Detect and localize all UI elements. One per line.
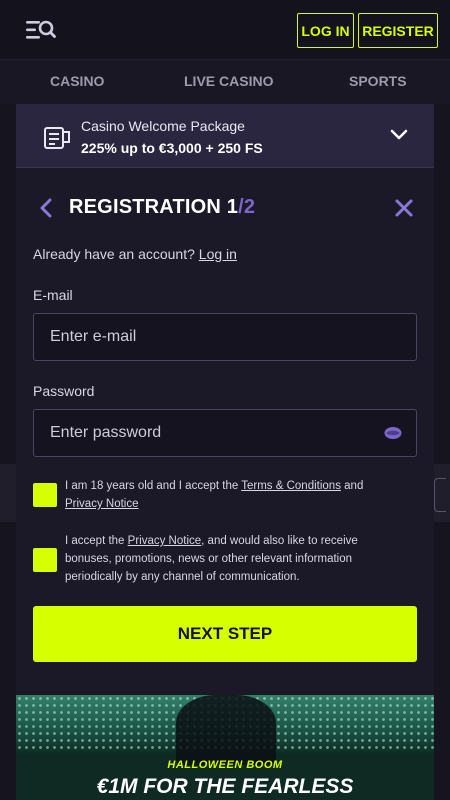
age-terms-text-middle: and: [340, 480, 364, 492]
marketing-consent-text: I accept the Privacy Notice, and would a…: [65, 532, 405, 586]
top-bar: LOG IN REGISTER: [0, 0, 450, 60]
promo-subtitle: 225% up to €3,000 + 250 FS: [81, 140, 263, 156]
age-terms-checkbox[interactable]: [33, 483, 57, 507]
chevron-left-icon[interactable]: [38, 197, 54, 219]
marketing-consent-checkbox[interactable]: [33, 548, 57, 572]
promo-bar[interactable]: Casino Welcome Package 225% up to €3,000…: [16, 104, 434, 168]
chevron-down-icon[interactable]: [390, 128, 408, 142]
tab-live-casino[interactable]: LIVE CASINO: [184, 73, 273, 89]
password-field[interactable]: [33, 409, 417, 457]
promo-banner[interactable]: HALLOWEEN BOOM €1M FOR THE FEARLESS: [16, 695, 434, 800]
email-label: E-mail: [33, 287, 73, 303]
login-link[interactable]: Log in: [199, 246, 237, 262]
password-label: Password: [33, 383, 95, 399]
banner-figure: [176, 695, 276, 765]
registration-title-text: REGISTRATION: [69, 196, 222, 218]
privacy-notice-link[interactable]: Privacy Notice: [65, 498, 139, 510]
menu-search-icon[interactable]: [26, 18, 56, 42]
have-account-text: Already have an account? Log in: [33, 246, 237, 262]
banner-title: €1M FOR THE FEARLESS: [96, 775, 354, 798]
register-button[interactable]: REGISTER: [358, 13, 438, 48]
main-nav: CASINO LIVE CASINO SPORTS: [0, 60, 450, 104]
registration-title: REGISTRATION 1/2: [69, 196, 255, 219]
age-terms-text-before: I am 18 years old and I accept the: [65, 480, 242, 492]
next-step-button[interactable]: NEXT STEP: [33, 606, 417, 662]
step-total: 2: [243, 196, 256, 218]
login-button[interactable]: LOG IN: [297, 13, 354, 48]
banner-tag: HALLOWEEN BOOM: [167, 759, 283, 771]
gift-card-icon: [44, 127, 70, 149]
eye-icon[interactable]: [384, 426, 402, 440]
tab-sports[interactable]: SPORTS: [349, 73, 407, 89]
terms-link[interactable]: Terms & Conditions: [241, 480, 341, 492]
promo-title: Casino Welcome Package: [81, 118, 245, 134]
age-terms-text: I am 18 years old and I accept the Terms…: [65, 477, 405, 513]
privacy-notice-link-2[interactable]: Privacy Notice: [128, 535, 202, 547]
email-field[interactable]: [33, 313, 417, 361]
tab-casino[interactable]: CASINO: [50, 73, 104, 89]
step-current: 1: [226, 196, 239, 218]
background-edge-handle: [434, 478, 446, 512]
have-account-label: Already have an account?: [33, 246, 195, 262]
marketing-text-before: I accept the: [65, 535, 128, 547]
registration-panel: Casino Welcome Package 225% up to €3,000…: [16, 104, 434, 800]
close-icon[interactable]: [394, 198, 414, 218]
